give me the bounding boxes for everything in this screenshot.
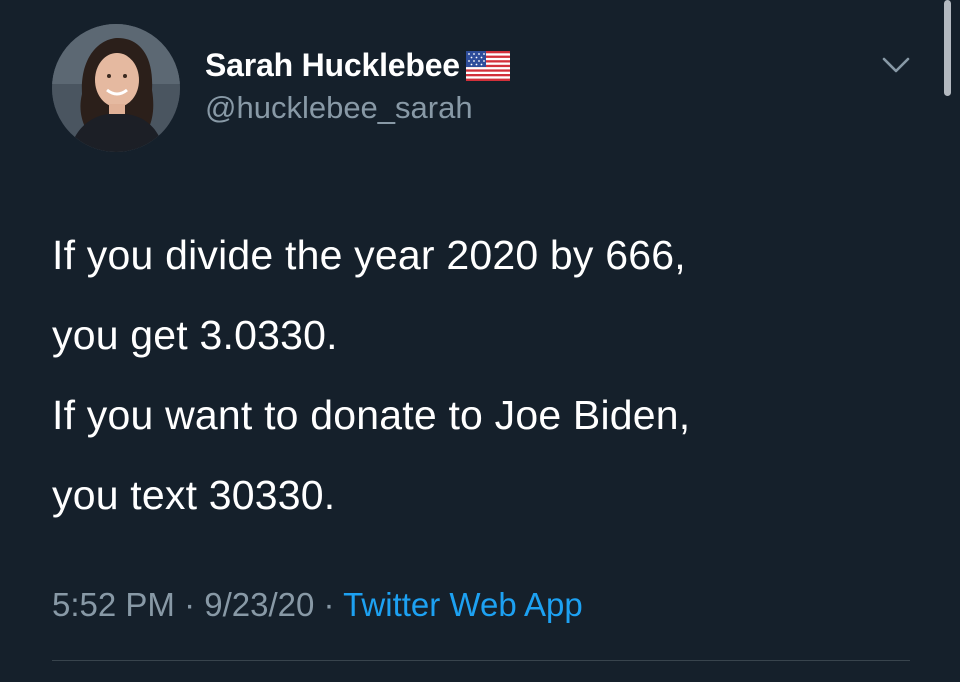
tweet-text-line: you text 30330. bbox=[52, 472, 336, 518]
avatar[interactable] bbox=[52, 24, 180, 152]
avatar-photo bbox=[52, 24, 180, 152]
us-flag-icon bbox=[465, 51, 510, 81]
tweet-time[interactable]: 5:52 PM bbox=[52, 586, 175, 623]
tweet: Sarah Hucklebee @hucklebee_sarah If you … bbox=[0, 0, 960, 682]
chevron-down-icon[interactable] bbox=[878, 50, 914, 80]
display-name[interactable]: Sarah Hucklebee bbox=[205, 47, 460, 84]
tweet-source-link[interactable]: Twitter Web App bbox=[343, 586, 583, 623]
tweet-text-line: If you divide the year 2020 by 666, bbox=[52, 232, 686, 278]
tweet-meta: 5:52 PM · 9/23/20 · Twitter Web App bbox=[52, 586, 583, 624]
meta-separator: · bbox=[314, 586, 344, 623]
display-name-row: Sarah Hucklebee bbox=[205, 44, 510, 86]
tweet-text-line: If you want to donate to Joe Biden, bbox=[52, 392, 691, 438]
tweet-text: If you divide the year 2020 by 666, you … bbox=[52, 215, 932, 535]
meta-separator: · bbox=[174, 586, 205, 623]
tweet-text-line: you get 3.0330. bbox=[52, 312, 338, 358]
scrollbar[interactable] bbox=[944, 0, 951, 96]
user-handle[interactable]: @hucklebee_sarah bbox=[205, 90, 473, 126]
tweet-date[interactable]: 9/23/20 bbox=[204, 586, 314, 623]
divider bbox=[52, 660, 910, 661]
